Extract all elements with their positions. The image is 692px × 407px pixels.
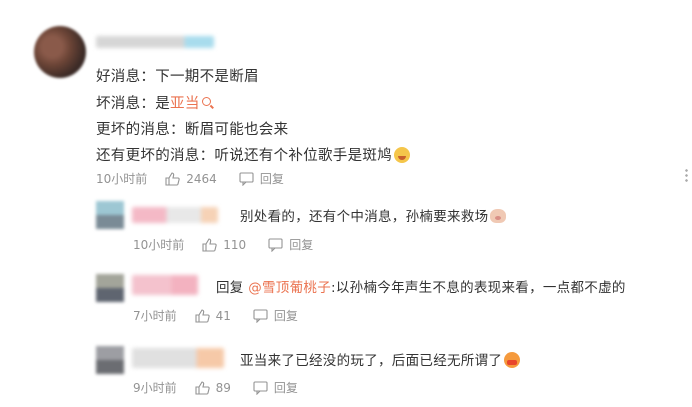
search-icon[interactable]	[201, 97, 211, 106]
reply-body: 别处看的，还有个中消息，孙楠要来救场	[240, 209, 489, 225]
topic-link[interactable]: 亚当	[170, 96, 200, 112]
reply-icon[interactable]	[253, 380, 268, 395]
pig-emoji-icon	[490, 209, 507, 223]
line-text: 断眉可能也会来	[184, 122, 289, 138]
user-mention-link[interactable]: @雪顶葡桃子	[248, 280, 331, 296]
reply-icon[interactable]	[268, 237, 283, 252]
reply-button[interactable]: 回复	[274, 379, 298, 396]
reply-avatar[interactable]	[96, 274, 124, 302]
reply-button[interactable]: 回复	[289, 236, 313, 253]
like-count: 2464	[186, 171, 217, 186]
more-options-icon[interactable]	[685, 168, 688, 182]
line-label: 坏消息：	[96, 96, 156, 112]
reply-icon[interactable]	[239, 171, 254, 186]
emoji-icon	[394, 147, 411, 163]
reply-author-name[interactable]	[132, 207, 218, 223]
reply-author-name[interactable]	[132, 348, 224, 368]
line-text: 听说还有个补位歌手是斑鸠	[214, 148, 393, 164]
reply-text: 回复 @雪顶葡桃子:以孙楠今年声生不息的表现来看，一点都不虚的	[216, 276, 626, 296]
reply-author-name[interactable]	[132, 275, 198, 295]
reply-button[interactable]: 回复	[274, 307, 298, 324]
reply-body: :以孙楠今年声生不息的表现来看，一点都不虚的	[331, 280, 626, 296]
crying-emoji-icon	[504, 352, 521, 368]
line-label: 更坏的消息：	[96, 122, 185, 138]
reply-time: 7小时前	[133, 309, 177, 323]
line-text: 是	[155, 96, 171, 112]
thumb-up-icon[interactable]	[202, 237, 217, 252]
reply-body: 亚当来了已经没的玩了，后面已经无所谓了	[240, 353, 503, 369]
reply-meta: 10小时前 110 回复	[133, 236, 313, 253]
reply-avatar[interactable]	[96, 201, 124, 229]
like-count: 110	[223, 237, 247, 252]
reply-meta: 9小时前 89 回复	[133, 379, 298, 396]
line-text: 下一期不是断眉	[155, 69, 259, 85]
line-label: 还有更坏的消息：	[96, 148, 215, 164]
thumb-up-icon[interactable]	[195, 308, 210, 323]
thumb-up-icon[interactable]	[165, 171, 180, 186]
comment-line-3: 更坏的消息：断眉可能也会来	[96, 118, 288, 139]
reply-time: 9小时前	[133, 381, 177, 395]
line-label: 好消息：	[96, 69, 156, 85]
reply-time: 10小时前	[133, 238, 185, 252]
reply-icon[interactable]	[253, 308, 268, 323]
reply-meta: 7小时前 41 回复	[133, 307, 298, 324]
comment-line-2: 坏消息：是亚当	[96, 92, 211, 113]
like-count: 89	[215, 380, 231, 395]
reply-button[interactable]: 回复	[260, 170, 284, 187]
comment-meta: 10小时前 2464 回复	[96, 170, 284, 187]
commenter-avatar[interactable]	[34, 26, 86, 78]
thumb-up-icon[interactable]	[195, 380, 210, 395]
reply-avatar[interactable]	[96, 346, 124, 374]
reply-text: 别处看的，还有个中消息，孙楠要来救场	[240, 205, 507, 225]
comment-line-1: 好消息：下一期不是断眉	[96, 65, 259, 86]
comment-time: 10小时前	[96, 172, 148, 186]
commenter-name[interactable]	[96, 36, 214, 48]
like-count: 41	[215, 308, 231, 323]
reply-text: 亚当来了已经没的玩了，后面已经无所谓了	[240, 349, 521, 369]
comment-line-4: 还有更坏的消息：听说还有个补位歌手是斑鸠	[96, 144, 411, 165]
reply-prefix: 回复	[216, 280, 249, 296]
